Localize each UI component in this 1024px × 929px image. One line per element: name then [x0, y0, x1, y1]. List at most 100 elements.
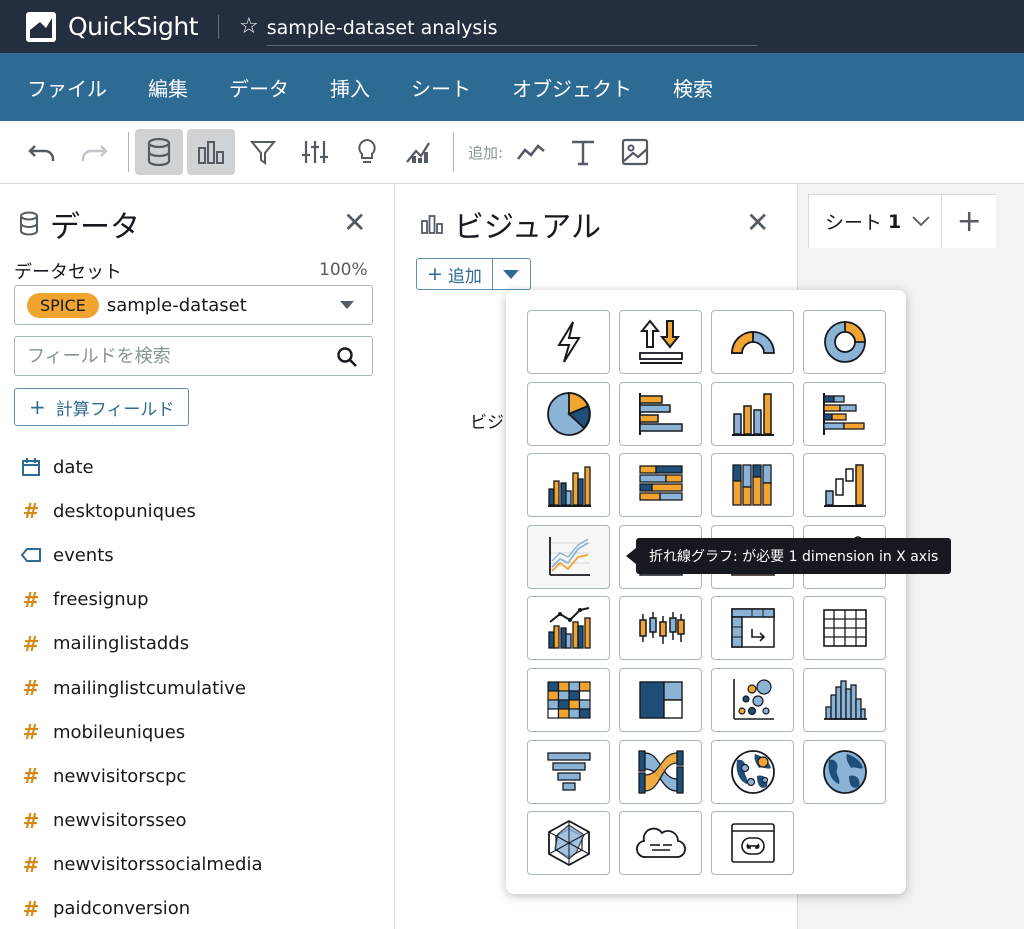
visual-type-waterfall[interactable] [803, 453, 886, 518]
visual-type-autograph[interactable] [527, 310, 610, 374]
visual-type-kpi[interactable] [619, 310, 702, 374]
search-icon [337, 347, 357, 367]
horizontal-stacked-bar-chart-icon [822, 392, 865, 435]
visual-type-gauge[interactable] [711, 310, 794, 374]
add-calculated-field-button[interactable]: + 計算フィールド [14, 388, 190, 426]
add-sheet-button[interactable]: + [942, 194, 997, 248]
tab-sheet-1[interactable]: シート 1 [808, 194, 943, 248]
visual-type-sankey[interactable] [619, 739, 702, 804]
visual-type-line-bar-combo[interactable] [527, 596, 610, 661]
visual-type-stacked-bar[interactable] [527, 453, 610, 518]
visual-type-bubble[interactable] [711, 667, 794, 732]
number-hash-icon: # [22, 676, 40, 701]
visual-type-funnel[interactable] [527, 739, 610, 804]
analysis-title-input[interactable]: sample-dataset analysis [266, 17, 757, 46]
toolbar-add-label: 追加: [468, 143, 504, 162]
visual-type-horizontal-stacked-bar[interactable] [803, 381, 886, 446]
favorite-star-icon[interactable]: ☆ [239, 14, 259, 39]
visual-type-histogram[interactable] [803, 667, 886, 732]
filter-icon [249, 141, 277, 165]
menu-file[interactable]: ファイル [27, 73, 107, 102]
menu-object[interactable]: オブジェクト [512, 73, 632, 102]
field-name: freesignup [53, 589, 149, 611]
field-item-freesignup[interactable]: # freesignup [20, 578, 380, 622]
field-item-mailinglistadds[interactable]: # mailinglistadds [20, 622, 380, 666]
chevron-down-icon[interactable] [911, 211, 931, 232]
visual-type-box-plot[interactable] [619, 596, 702, 661]
vertical-bar-chart-icon [731, 392, 774, 436]
image-icon [621, 138, 649, 166]
points-on-map-icon [730, 749, 775, 794]
undo-button[interactable] [18, 129, 66, 175]
filter-button[interactable] [239, 129, 287, 175]
visual-type-pivot-table[interactable] [711, 596, 794, 661]
add-visual-group: + 追加 [416, 258, 531, 290]
parameters-button[interactable] [291, 129, 339, 175]
data-panel-close-icon[interactable]: ✕ [343, 206, 366, 239]
visual-type-line[interactable] [527, 524, 610, 589]
visual-type-filled-map[interactable] [803, 739, 886, 804]
toolbar-divider-2 [453, 132, 454, 172]
menu-data[interactable]: データ [229, 73, 289, 102]
add-line-button[interactable] [507, 129, 555, 175]
visual-panel-title: ビジュアル [454, 210, 601, 245]
toolbar: 追加: [0, 121, 1024, 184]
plus-icon: + [29, 395, 46, 419]
field-item-desktopuniques[interactable]: # desktopuniques [20, 489, 380, 533]
quicksight-logo[interactable]: QuickSight [26, 11, 199, 42]
field-item-date[interactable]: date [20, 445, 380, 489]
dataset-label: データセット [14, 262, 122, 283]
visual-type-vertical-stacked-100[interactable] [711, 453, 794, 518]
spice-badge: SPICE [27, 292, 99, 318]
number-hash-icon: # [22, 896, 40, 921]
field-item-paidconversion[interactable]: # paidconversion [20, 887, 380, 929]
menu-insert[interactable]: 挿入 [330, 73, 370, 102]
visual-type-custom[interactable] [711, 811, 794, 876]
field-name: events [53, 544, 114, 566]
visual-type-word-cloud[interactable] [619, 811, 702, 876]
menu-sheet[interactable]: シート [411, 73, 471, 102]
database-icon [20, 211, 38, 236]
field-search[interactable] [14, 336, 373, 376]
redo-button[interactable] [70, 129, 118, 175]
horizontal-bar-chart-icon [638, 392, 683, 435]
forecast-button[interactable] [395, 129, 443, 175]
add-text-button[interactable] [559, 129, 607, 175]
dataset-name: sample-dataset [106, 294, 247, 316]
visual-type-tree-map[interactable] [619, 667, 702, 732]
number-hash-icon: # [22, 852, 40, 877]
visual-type-heat-map[interactable] [527, 667, 610, 732]
field-item-events[interactable]: events [20, 533, 380, 577]
field-name: date [53, 456, 94, 478]
visual-type-horizontal-bar[interactable] [619, 381, 702, 446]
visual-type-donut[interactable] [803, 310, 886, 374]
visual-type-table[interactable] [803, 596, 886, 661]
number-hash-icon: # [22, 631, 40, 656]
visual-type-vertical-bar[interactable] [711, 381, 794, 446]
visual-type-pie[interactable] [527, 381, 610, 446]
visual-type-horizontal-stacked-100[interactable] [619, 453, 702, 518]
visual-panel-header: ビジュアル [420, 202, 601, 246]
add-visual-dropdown-toggle[interactable] [492, 258, 531, 290]
visual-pane-toggle[interactable] [187, 129, 235, 175]
visual-panel-close-icon[interactable]: ✕ [746, 206, 769, 239]
redo-icon [81, 145, 108, 161]
filled-map-icon [822, 749, 867, 794]
field-item-mailinglistcumulative[interactable]: # mailinglistcumulative [20, 666, 380, 710]
field-item-newvisitorssocialmedia[interactable]: # newvisitorssocialmedia [20, 843, 380, 887]
visual-type-radar[interactable] [527, 811, 610, 876]
dataset-select[interactable]: SPICE sample-dataset [14, 285, 373, 325]
insights-button[interactable] [343, 129, 391, 175]
field-list: date # desktopuniques events # freesignu… [20, 445, 380, 929]
menu-search[interactable]: 検索 [673, 73, 713, 102]
data-pane-toggle[interactable] [135, 129, 183, 175]
visual-type-points-on-map[interactable] [711, 739, 794, 804]
add-visual-button[interactable]: + 追加 [416, 258, 493, 290]
add-image-button[interactable] [611, 129, 659, 175]
field-item-newvisitorsseo[interactable]: # newvisitorsseo [20, 799, 380, 843]
text-icon [572, 140, 595, 166]
field-item-newvisitorscpc[interactable]: # newvisitorscpc [20, 754, 380, 798]
menu-edit[interactable]: 編集 [148, 73, 188, 102]
field-search-input[interactable] [27, 345, 327, 367]
field-item-mobileuniques[interactable]: # mobileuniques [20, 710, 380, 754]
